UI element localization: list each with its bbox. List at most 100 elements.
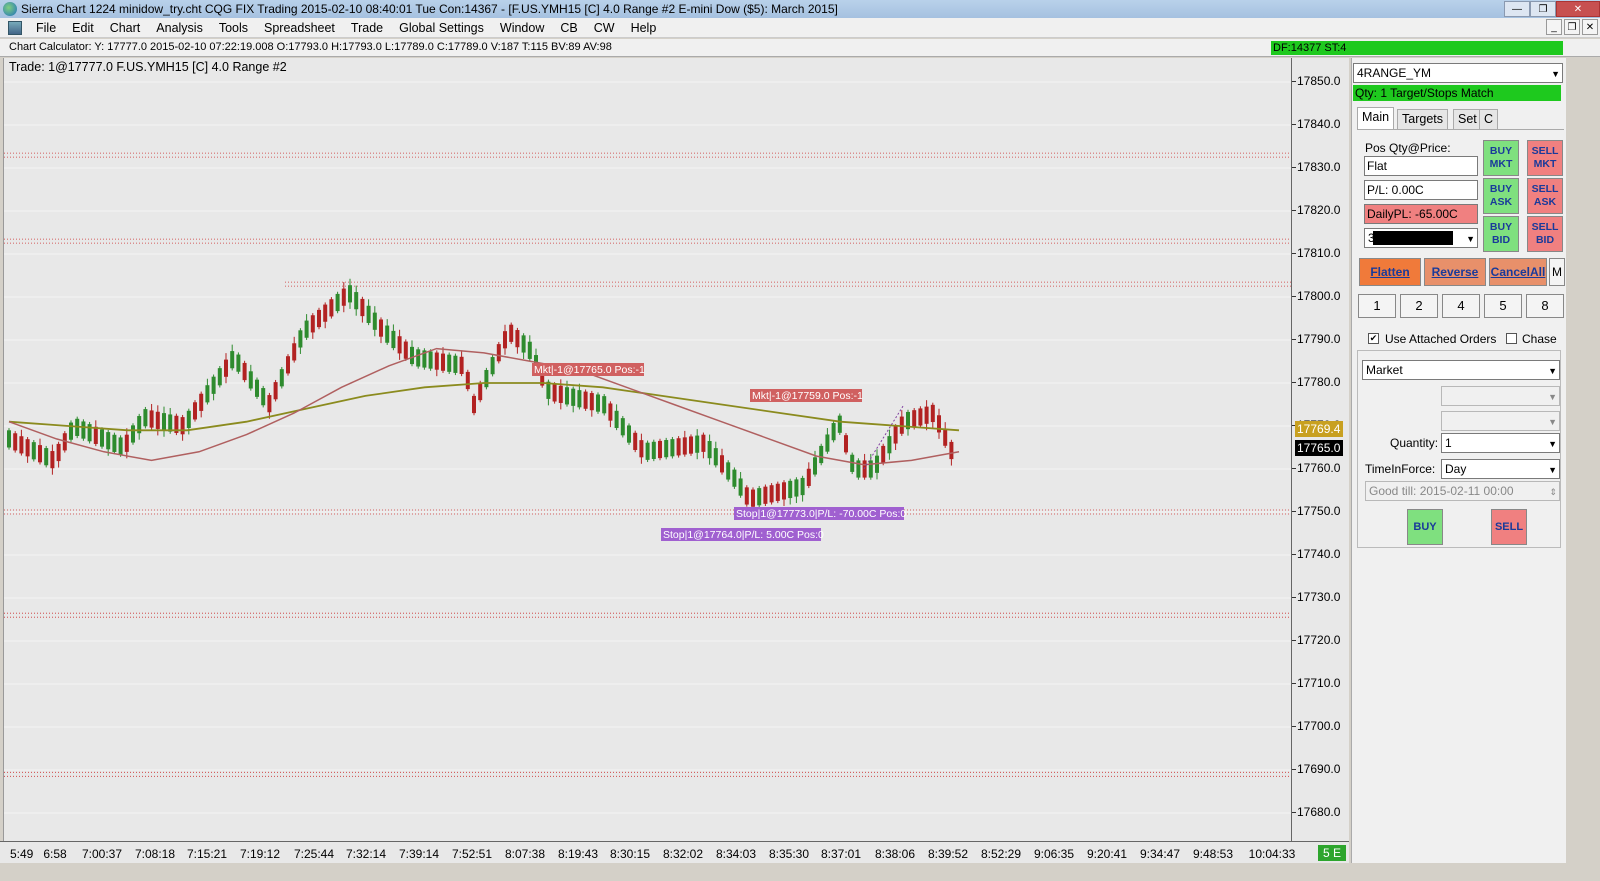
candle-body [304,320,309,338]
buy-market-button[interactable]: BUY MKT [1483,140,1519,176]
sell-market-button[interactable]: SELL MKT [1527,140,1563,176]
time-tick-label: 7:15:21 [186,847,228,861]
quick-qty-2-button[interactable]: 2 [1400,294,1438,318]
m-button[interactable]: M [1549,258,1565,286]
use-attached-orders-checkbox[interactable]: ✔ [1368,333,1379,344]
candle-body [131,425,135,443]
time-tick-label: 8:37:01 [820,847,862,861]
candle-body [472,395,476,414]
tif-select[interactable]: Day ▼ [1441,459,1560,479]
candle-body [112,434,117,452]
tab-set[interactable]: Set [1453,109,1482,129]
candle-body [385,325,390,343]
buy-bid-button[interactable]: BUY BID [1483,216,1519,252]
menu-help[interactable]: Help [623,21,665,35]
window-controls: — ❐ ✕ [1504,0,1600,18]
candle-body [825,434,830,452]
time-tick-label: 8:07:38 [504,847,546,861]
menu-global-settings[interactable]: Global Settings [391,21,492,35]
buy-button[interactable]: BUY [1407,509,1443,545]
menu-tools[interactable]: Tools [211,21,256,35]
symbol-select[interactable]: 4RANGE_YM ▼ [1353,63,1563,83]
price-tick-label: 17790.0 [1291,332,1341,346]
sell-bid-button[interactable]: SELL BID [1527,216,1563,252]
order-annotation-mkt-1[interactable]: Mkt|-1@17765.0 Pos:-1 [532,363,645,376]
price-1-field: ▼ [1441,386,1560,406]
buy-ask-button[interactable]: BUY ASK [1483,178,1519,214]
close-button[interactable]: ✕ [1556,1,1600,17]
time-tick-label: 7:52:51 [451,847,493,861]
cancel-all-button[interactable]: CancelAll [1489,258,1547,286]
candle-body [38,445,42,463]
candle-body [360,298,365,317]
candle-body [614,410,619,428]
chart-window-icon[interactable] [8,20,22,35]
menu-trade[interactable]: Trade [343,21,391,35]
order-annotation-stop-2-text: Stop|1@17764.0|P/L: 5.00C Pos:0 [663,529,824,541]
quantity-value: 1 [1445,436,1452,450]
time-tick-label: 9:06:35 [1033,847,1075,861]
chart-canvas[interactable]: Mkt|-1@17765.0 Pos:-1 Mkt|-1@17759.0 Pos:… [4,58,1292,841]
tab-main[interactable]: Main [1357,107,1395,129]
quick-qty-1-button[interactable]: 1 [1358,294,1396,318]
menu-spreadsheet[interactable]: Spreadsheet [256,21,343,35]
maximize-button[interactable]: ❐ [1530,1,1556,17]
tab-targets[interactable]: Targets [1397,109,1448,129]
quantity-select[interactable]: 1 ▼ [1441,433,1560,453]
candle-body [93,426,98,444]
chart-minimize-button[interactable]: _ [1546,19,1562,35]
flatten-button[interactable]: Flatten [1359,258,1421,286]
pl-field: P/L: 0.00C [1364,180,1478,200]
candle-body [627,425,631,443]
account-select[interactable]: 3 ▼ [1364,228,1478,248]
order-annotation-stop-2[interactable]: Stop|1@17764.0|P/L: 5.00C Pos:0 [661,528,824,541]
quick-qty-4-button[interactable]: 4 [1442,294,1480,318]
order-type-select[interactable]: Market ▼ [1362,360,1560,380]
order-annotation-stop-1[interactable]: Stop|1@17773.0|P/L: -70.00C Pos:0 [734,507,906,520]
candle-body [217,368,222,386]
tif-label: TimeInForce: [1365,462,1436,476]
tab-c[interactable]: C [1479,109,1499,129]
candle-body [930,404,935,423]
candle-body [645,442,650,460]
chase-checkbox[interactable] [1506,333,1517,344]
menu-file[interactable]: File [28,21,64,35]
time-axis[interactable]: 5:49 6:58 7:00:37 7:08:18 7:15:21 7:19:12 7:25… [0,841,1349,863]
price-axis[interactable]: 17850.0 17840.0 17830.0 17820.0 17810.0 17800… [1291,58,1349,841]
menu-cb[interactable]: CB [552,21,585,35]
candle-body [261,388,266,406]
candle-body [193,402,197,420]
candle-body [186,410,191,428]
chevron-down-icon: ▼ [1548,439,1557,449]
chart-close-button[interactable]: ✕ [1582,19,1598,35]
chart-restore-button[interactable]: ❐ [1564,19,1580,35]
menu-analysis[interactable]: Analysis [148,21,211,35]
candle-body [106,432,111,450]
candle-body [56,443,61,462]
scale-indicator[interactable]: 5 E [1318,845,1346,861]
order-annotation-mkt-2[interactable]: Mkt|-1@17759.0 Pos:-1 [750,389,863,402]
menu-cw[interactable]: CW [586,21,623,35]
sell-button[interactable]: SELL [1491,509,1527,545]
menu-chart[interactable]: Chart [102,21,149,35]
reverse-button[interactable]: Reverse [1424,258,1486,286]
candle-body [757,488,762,506]
candle-body [81,421,86,439]
chart-trade-label: Trade: 1@17777.0 F.US.YMH15 [C] 4.0 Rang… [9,60,287,74]
menu-window[interactable]: Window [492,21,552,35]
menu-edit[interactable]: Edit [64,21,102,35]
time-tick-label: 10:04:33 [1248,847,1296,861]
quick-qty-5-button[interactable]: 5 [1484,294,1522,318]
price-chart[interactable]: Mkt|-1@17765.0 Pos:-1 Mkt|-1@17759.0 Pos:… [3,58,1292,841]
candle-body [19,436,24,454]
candle-body [565,387,569,405]
candle-body [868,460,873,478]
minimize-button[interactable]: — [1504,1,1530,17]
time-tick-label: 7:39:14 [398,847,440,861]
order-annotation-mkt-2-text: Mkt|-1@17759.0 Pos:-1 [752,390,863,402]
sell-ask-button[interactable]: SELL ASK [1527,178,1563,214]
candle-body [658,440,662,459]
quick-qty-8-button[interactable]: 8 [1526,294,1564,318]
candle-body [800,477,805,496]
price-tick-label: 17690.0 [1291,762,1341,776]
